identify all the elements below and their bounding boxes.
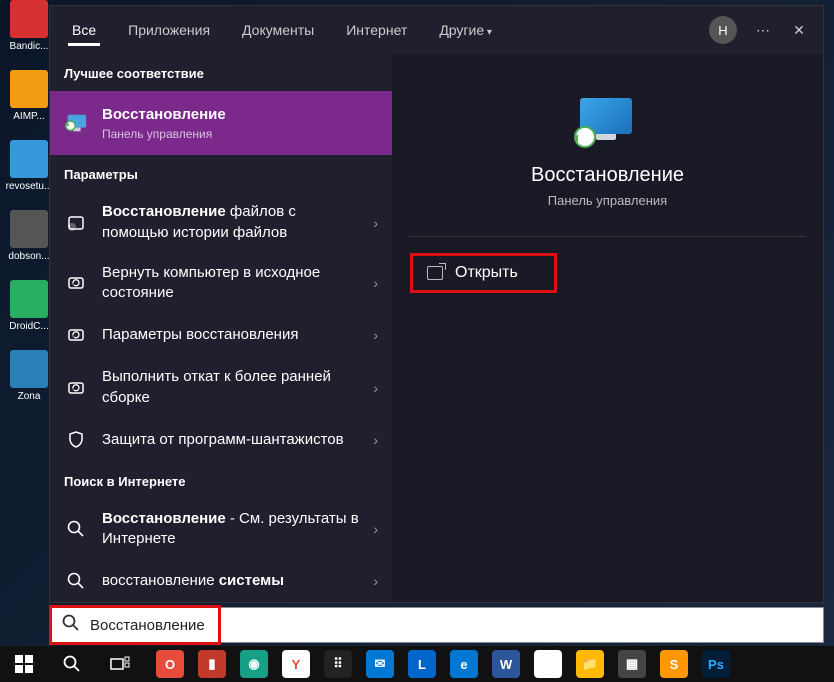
app-label: AIMP... [5, 111, 53, 122]
taskbar: O ▮ ◉ Y ⠿ ✉ LeW ◎ 📁 ▦ S Ps [0, 646, 834, 682]
web-result-item[interactable]: Восстановление - См. результаты в Интерн… [50, 499, 392, 560]
app-label: Zona [5, 391, 53, 402]
taskbar-app-ie[interactable]: e [450, 650, 478, 678]
app-label: revosetu... [5, 181, 53, 192]
start-button[interactable] [4, 649, 44, 679]
section-parameters: Параметры [50, 155, 392, 192]
reset-icon [64, 323, 88, 347]
app-label: dobson... [5, 251, 53, 262]
tab-all[interactable]: Все [58, 14, 110, 46]
preview-title: Восстановление [531, 164, 684, 187]
divider [409, 236, 806, 237]
tab-apps[interactable]: Приложения [114, 14, 224, 46]
shield-icon [64, 428, 88, 452]
param-item[interactable]: Выполнить откат к более ранней сборке › [50, 357, 392, 418]
web-result-item[interactable]: восстановление системы › [50, 559, 392, 602]
best-match-text: Восстановление Панель управления [102, 105, 378, 141]
chevron-right-icon: › [373, 573, 378, 589]
param-item[interactable]: Восстановление файлов с помощью истории … [50, 192, 392, 253]
app-icon [10, 140, 48, 178]
app-label: Bandic... [5, 41, 53, 52]
param-item[interactable]: Защита от программ-шантажистов › [50, 418, 392, 462]
desktop-icons: Bandic... AIMP... revosetu... dobson... Droi… [9, 0, 49, 402]
open-label: Открыть [455, 264, 518, 282]
search-content: Лучшее соответствие Восстановление Панел… [50, 54, 823, 602]
param-text: Восстановление файлов с помощью истории … [102, 202, 359, 243]
history-icon [64, 211, 88, 235]
web-result-text: восстановление системы [102, 571, 359, 591]
tab-web[interactable]: Интернет [332, 14, 421, 46]
open-button[interactable]: Открыть [410, 253, 557, 293]
desktop-icon[interactable]: DroidC... [9, 280, 49, 332]
param-item[interactable]: Параметры восстановления › [50, 313, 392, 357]
task-view-button[interactable] [100, 649, 140, 679]
param-text: Защита от программ-шантажистов [102, 430, 359, 450]
app-icon [10, 70, 48, 108]
app-icon [10, 0, 48, 38]
app-icon [10, 280, 48, 318]
taskbar-app-chrome[interactable]: ◎ [534, 650, 562, 678]
taskbar-app-l-app[interactable]: L [408, 650, 436, 678]
reset-icon [64, 376, 88, 400]
desktop-icon[interactable]: AIMP... [9, 70, 49, 122]
desktop-icon[interactable]: Bandic... [9, 0, 49, 52]
app-icon [10, 350, 48, 388]
taskbar-app-sublime[interactable]: S [660, 650, 688, 678]
tab-docs[interactable]: Документы [228, 14, 328, 46]
search-icon [64, 517, 88, 541]
taskbar-app-files[interactable]: ▮ [198, 650, 226, 678]
taskbar-app-grid[interactable]: ⠿ [324, 650, 352, 678]
recovery-icon [64, 111, 88, 135]
search-input[interactable] [90, 617, 811, 634]
open-icon [427, 266, 443, 280]
taskbar-app-swirl[interactable]: ◉ [240, 650, 268, 678]
best-match-item[interactable]: Восстановление Панель управления [50, 91, 392, 155]
chevron-right-icon: › [373, 521, 378, 537]
app-icon [10, 210, 48, 248]
more-options-button[interactable]: ⋯ [747, 14, 779, 46]
user-avatar[interactable]: Н [709, 16, 737, 44]
chevron-right-icon: › [373, 327, 378, 343]
param-text: Параметры восстановления [102, 325, 359, 345]
search-bar[interactable] [49, 607, 824, 643]
param-text: Выполнить откат к более ранней сборке [102, 367, 359, 408]
search-panel: Все Приложения Документы Интернет Другие… [49, 5, 824, 603]
web-result-text: Восстановление - См. результаты в Интерн… [102, 509, 359, 550]
best-match-title: Восстановление [102, 106, 226, 123]
chevron-right-icon: › [373, 432, 378, 448]
results-list: Лучшее соответствие Восстановление Панел… [50, 54, 392, 602]
desktop-icon[interactable]: revosetu... [9, 140, 49, 192]
taskbar-app-mail[interactable]: ✉ [366, 650, 394, 678]
desktop-icon[interactable]: Zona [9, 350, 49, 402]
desktop-icon[interactable]: dobson... [9, 210, 49, 262]
chevron-right-icon: › [373, 380, 378, 396]
taskbar-app-ps[interactable]: Ps [702, 650, 730, 678]
section-best-match: Лучшее соответствие [50, 54, 392, 91]
best-match-sub: Панель управления [102, 127, 378, 141]
param-text: Вернуть компьютер в исходное состояние [102, 263, 359, 304]
taskbar-app-yandex[interactable]: Y [282, 650, 310, 678]
chevron-right-icon: › [373, 215, 378, 231]
taskbar-app-explorer[interactable]: 📁 [576, 650, 604, 678]
taskbar-app-opera[interactable]: O [156, 650, 184, 678]
taskbar-app-dark[interactable]: ▦ [618, 650, 646, 678]
search-icon [64, 569, 88, 593]
preview-pane: Восстановление Панель управления Открыть [392, 54, 823, 602]
reset-icon [64, 271, 88, 295]
search-icon [62, 614, 80, 637]
taskbar-search-button[interactable] [52, 649, 92, 679]
preview-icon [580, 98, 636, 146]
chevron-right-icon: › [373, 275, 378, 291]
tab-more[interactable]: Другие [425, 14, 506, 46]
search-tabs: Все Приложения Документы Интернет Другие… [50, 6, 823, 54]
param-item[interactable]: Вернуть компьютер в исходное состояние › [50, 253, 392, 314]
app-label: DroidC... [5, 321, 53, 332]
close-button[interactable]: ✕ [783, 14, 815, 46]
taskbar-app-word[interactable]: W [492, 650, 520, 678]
section-web-search: Поиск в Интернете [50, 462, 392, 499]
preview-sub: Панель управления [548, 193, 667, 208]
